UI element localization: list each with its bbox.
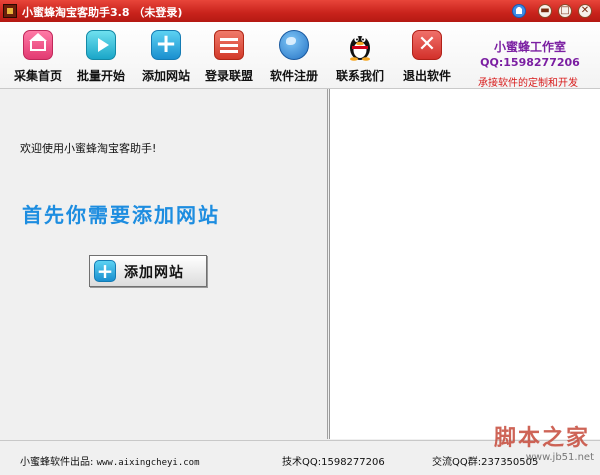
qq-penguin-icon (345, 30, 375, 61)
brick-icon (214, 30, 244, 60)
close-button[interactable]: ✕ (578, 4, 592, 18)
publisher-label: 小蜜蜂软件出品: (20, 457, 94, 468)
add-site-button[interactable]: + 添加网站 (134, 30, 198, 88)
add-site-main-label: 添加网站 (124, 265, 184, 281)
toolbar-label: 添加网站 (141, 69, 190, 83)
minimize-button[interactable]: ▬ (538, 4, 552, 18)
close-x-icon: ✕ (412, 30, 442, 60)
support-qq: 技术QQ:1598277206 (282, 457, 385, 468)
contact-us-button[interactable]: 联系我们 (328, 30, 392, 88)
login-union-button[interactable]: 登录联盟 (197, 30, 261, 88)
exit-button[interactable]: ✕ 退出软件 (395, 30, 459, 88)
watermark-title: 脚本之家 (494, 425, 591, 451)
welcome-text: 欢迎使用小蜜蜂淘宝客助手! (20, 142, 157, 155)
batch-start-button[interactable]: 批量开始 (69, 30, 133, 88)
toolbar: 采集首页 批量开始 + 添加网站 登录联盟 软件注册 联系我们 ✕ 退出软件 小… (0, 22, 600, 89)
studio-slogan: 承接软件的定制和开发 (478, 78, 578, 89)
studio-qq: QQ:1598277206 (480, 56, 580, 69)
register-button[interactable]: 软件注册 (262, 30, 326, 88)
publisher-url[interactable]: www.aixingcheyi.com (97, 458, 200, 468)
left-panel: 欢迎使用小蜜蜂淘宝客助手! 首先你需要添加网站 + 添加网站 (0, 89, 328, 439)
publisher-info: 小蜜蜂软件出品: www.aixingcheyi.com (20, 453, 200, 468)
add-site-main-button[interactable]: + 添加网站 (89, 255, 207, 287)
watermark-url: www.jb51.net (525, 452, 594, 463)
collect-home-button[interactable]: 采集首页 (6, 30, 70, 88)
window-title: 小蜜蜂淘宝客助手3.8 （未登录) (22, 6, 183, 19)
play-icon (86, 30, 116, 60)
headline: 首先你需要添加网站 (22, 203, 220, 227)
studio-name: 小蜜蜂工作室 (493, 40, 566, 54)
toolbar-label: 采集首页 (13, 69, 62, 83)
plus-icon: + (94, 260, 116, 282)
right-panel (329, 89, 600, 439)
toolbar-label: 批量开始 (76, 69, 125, 83)
toolbar-label: 登录联盟 (204, 69, 253, 83)
maximize-button[interactable]: □ (558, 4, 572, 18)
plus-icon: + (151, 30, 181, 60)
title-bar[interactable]: 小蜜蜂淘宝客助手3.8 （未登录) ▬ □ ✕ (0, 0, 600, 22)
studio-info: 小蜜蜂工作室 QQ:1598277206 承接软件的定制和开发 (475, 38, 585, 89)
app-icon (3, 4, 17, 18)
skin-icon[interactable] (512, 4, 526, 18)
toolbar-label: 联系我们 (335, 69, 384, 83)
globe-icon (279, 30, 309, 60)
toolbar-label: 软件注册 (269, 69, 318, 83)
home-icon (23, 30, 53, 60)
toolbar-label: 退出软件 (402, 69, 451, 83)
watermark: 脚本之家 www.jb51.net (494, 420, 598, 470)
